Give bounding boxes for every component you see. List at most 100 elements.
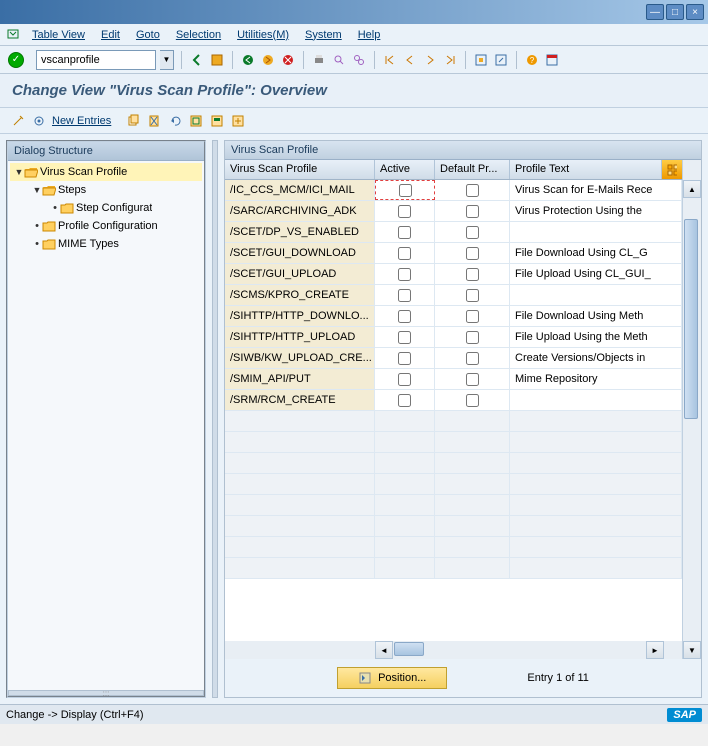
table-row[interactable]: /IC_CCS_MCM/ICI_MAIL Virus Scan for E-Mai… [225, 180, 682, 201]
cell-default[interactable] [435, 264, 510, 284]
close-icon[interactable]: × [686, 4, 704, 20]
default-checkbox[interactable] [466, 226, 479, 239]
cell-default[interactable] [435, 390, 510, 410]
cell-profile[interactable]: /SIHTTP/HTTP_DOWNLO... [225, 306, 375, 326]
session-new-icon[interactable] [473, 52, 489, 68]
select-block-icon[interactable] [209, 113, 225, 129]
cell-active[interactable] [375, 348, 435, 368]
enter-icon[interactable]: ✓ [8, 52, 24, 68]
prev-page-icon[interactable] [402, 52, 418, 68]
cell-default[interactable] [435, 306, 510, 326]
cell-default[interactable] [435, 243, 510, 263]
table-row[interactable]: /SMIM_API/PUT Mime Repository [225, 369, 682, 390]
vscroll-down-icon[interactable]: ▼ [683, 641, 701, 659]
command-field[interactable] [36, 50, 156, 70]
select-all-icon[interactable] [188, 113, 204, 129]
cell-text[interactable]: Create Versions/Objects in [510, 348, 682, 368]
active-checkbox[interactable] [398, 268, 411, 281]
cell-profile[interactable]: /SRM/RCM_CREATE [225, 390, 375, 410]
active-checkbox[interactable] [398, 205, 411, 218]
vscroll-up-icon[interactable]: ▲ [683, 180, 701, 198]
hscroll-right-icon[interactable]: ► [646, 641, 664, 659]
active-checkbox[interactable] [398, 247, 411, 260]
menu-dropdown-icon[interactable] [6, 28, 22, 42]
table-settings-icon[interactable] [662, 160, 682, 179]
menu-selection[interactable]: Selection [170, 27, 227, 43]
cell-text[interactable]: File Download Using Meth [510, 306, 682, 326]
tree-node[interactable]: ▼Virus Scan Profile [10, 163, 202, 181]
tree-node[interactable]: •Profile Configuration [10, 217, 202, 235]
shortcut-icon[interactable] [493, 52, 509, 68]
cell-text[interactable]: Virus Scan for E-Mails Rece [510, 180, 682, 200]
minimize-icon[interactable]: — [646, 4, 664, 20]
column-profile[interactable]: Virus Scan Profile [225, 160, 375, 179]
layout-icon[interactable] [544, 52, 560, 68]
active-checkbox[interactable] [399, 184, 412, 197]
cell-default[interactable] [435, 348, 510, 368]
menu-utilities[interactable]: Utilities(M) [231, 27, 295, 43]
cell-active[interactable] [375, 222, 435, 242]
cell-default[interactable] [435, 180, 510, 200]
hscroll-left-icon[interactable]: ◄ [375, 641, 393, 659]
cell-text[interactable] [510, 285, 682, 305]
default-checkbox[interactable] [466, 268, 479, 281]
cell-text[interactable]: File Upload Using the Meth [510, 327, 682, 347]
default-checkbox[interactable] [466, 394, 479, 407]
back-icon[interactable] [189, 52, 205, 68]
table-row[interactable]: /SIHTTP/HTTP_UPLOAD File Upload Using the… [225, 327, 682, 348]
tree-node[interactable]: ▼Steps [10, 181, 202, 199]
horizontal-splitter[interactable] [212, 140, 218, 698]
cell-active[interactable] [375, 369, 435, 389]
toggle-display-icon[interactable] [10, 113, 26, 129]
cell-active[interactable] [375, 306, 435, 326]
cell-text[interactable]: Mime Repository [510, 369, 682, 389]
active-checkbox[interactable] [398, 352, 411, 365]
save-icon[interactable] [209, 52, 225, 68]
dialog-structure-tree[interactable]: ▼Virus Scan Profile▼Steps•Step Configura… [8, 161, 204, 688]
vertical-scrollbar[interactable]: ▲ ▼ [683, 160, 701, 659]
cell-text[interactable] [510, 222, 682, 242]
vertical-splitter[interactable]: ::: [8, 690, 204, 696]
cell-profile[interactable]: /IC_CCS_MCM/ICI_MAIL [225, 180, 375, 200]
cell-profile[interactable]: /SMIM_API/PUT [225, 369, 375, 389]
new-entries-link[interactable]: New Entries [52, 115, 111, 127]
horizontal-scrollbar[interactable]: ◄ ► [225, 641, 682, 659]
back-green-icon[interactable] [240, 52, 256, 68]
print-icon[interactable] [311, 52, 327, 68]
cell-active[interactable] [375, 264, 435, 284]
table-row[interactable]: /SCMS/KPRO_CREATE [225, 285, 682, 306]
table-row[interactable]: /SRM/RCM_CREATE [225, 390, 682, 411]
menu-help[interactable]: Help [352, 27, 387, 43]
active-checkbox[interactable] [398, 289, 411, 302]
expand-icon[interactable]: ▼ [32, 185, 42, 195]
cell-active[interactable] [375, 390, 435, 410]
table-row[interactable]: /SARC/ARCHIVING_ADKVirus Protection Usin… [225, 201, 682, 222]
cell-active[interactable] [375, 327, 435, 347]
tree-node[interactable]: •MIME Types [10, 235, 202, 253]
other-view-icon[interactable] [31, 113, 47, 129]
cell-profile[interactable]: /SIWB/KW_UPLOAD_CRE... [225, 348, 375, 368]
first-page-icon[interactable] [382, 52, 398, 68]
cell-active[interactable] [375, 180, 435, 200]
cell-profile[interactable]: /SARC/ARCHIVING_ADK [225, 201, 375, 221]
cell-profile[interactable]: /SIHTTP/HTTP_UPLOAD [225, 327, 375, 347]
active-checkbox[interactable] [398, 394, 411, 407]
active-checkbox[interactable] [398, 310, 411, 323]
cell-profile[interactable]: /SCMS/KPRO_CREATE [225, 285, 375, 305]
deselect-icon[interactable] [230, 113, 246, 129]
menu-edit[interactable]: Edit [95, 27, 126, 43]
expand-icon[interactable]: ▼ [14, 167, 24, 177]
undo-icon[interactable] [167, 113, 183, 129]
position-button[interactable]: Position... [337, 667, 447, 689]
cell-text[interactable] [510, 390, 682, 410]
default-checkbox[interactable] [466, 289, 479, 302]
table-row[interactable]: /SCET/GUI_DOWNLOADFile Download Using CL… [225, 243, 682, 264]
cell-active[interactable] [375, 243, 435, 263]
maximize-icon[interactable]: □ [666, 4, 684, 20]
menu-goto[interactable]: Goto [130, 27, 166, 43]
default-checkbox[interactable] [466, 205, 479, 218]
cell-default[interactable] [435, 201, 510, 221]
last-page-icon[interactable] [442, 52, 458, 68]
next-page-icon[interactable] [422, 52, 438, 68]
find-next-icon[interactable] [351, 52, 367, 68]
